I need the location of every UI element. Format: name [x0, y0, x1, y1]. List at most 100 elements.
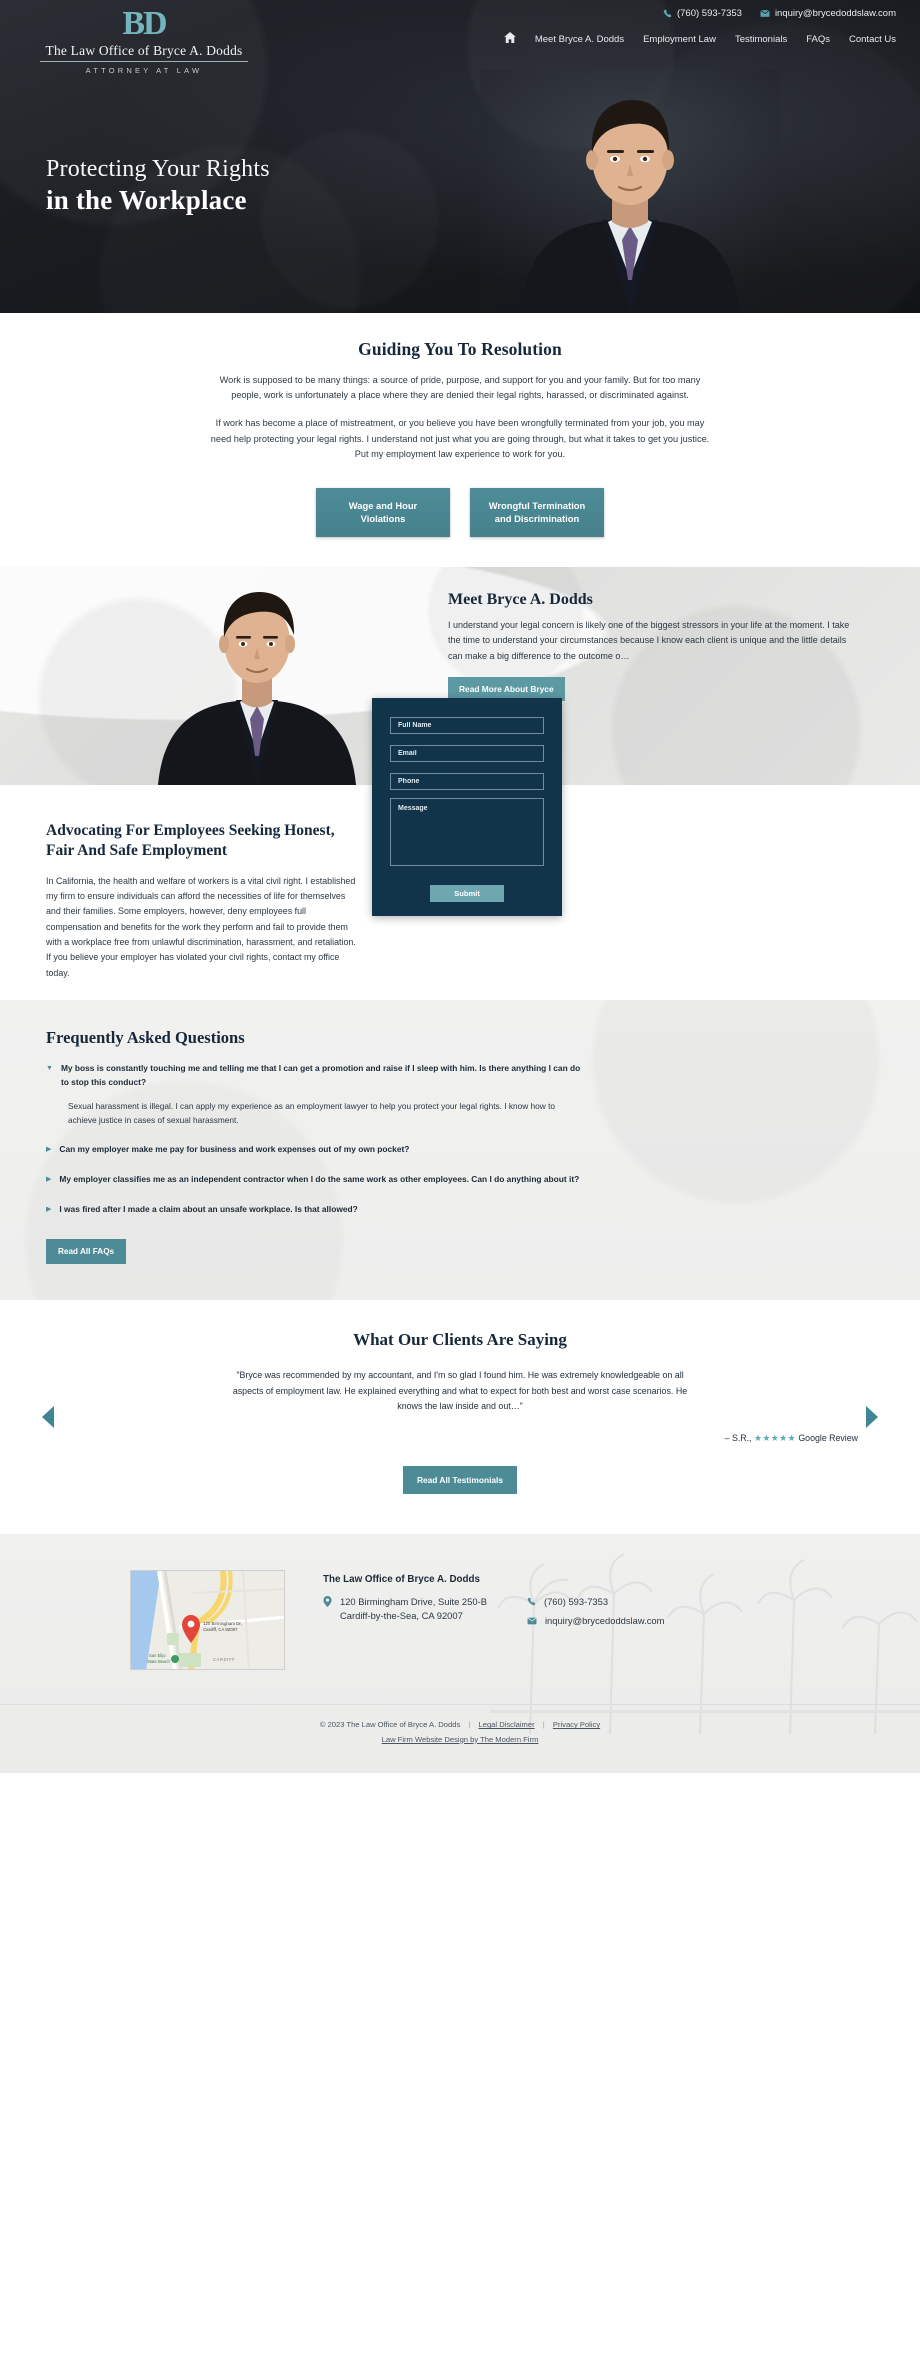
- nav-item-faqs[interactable]: FAQs: [806, 34, 830, 45]
- footer-contact-rows: 120 Birmingham Drive, Suite 250-B Cardif…: [323, 1595, 664, 1633]
- website-design-credit-link[interactable]: Law Firm Website Design by The Modern Fi…: [382, 1735, 539, 1744]
- contact-form: Submit: [372, 697, 562, 916]
- chevron-right-icon: ▶: [46, 1205, 52, 1213]
- faq-item: ▶ I was fired after I made a claim about…: [46, 1203, 874, 1217]
- logo-monogram: BD: [122, 5, 167, 42]
- hero-headline-line1: Protecting Your Rights: [46, 156, 270, 183]
- intro-paragraph-1: Work is supposed to be many things: a so…: [219, 375, 701, 401]
- faq-question-toggle[interactable]: ▶ My employer classifies me as an indepe…: [46, 1173, 874, 1187]
- nav-item-meet-bryce[interactable]: Meet Bryce A. Dodds: [535, 34, 624, 45]
- testimonials-title: What Our Clients Are Saying: [353, 1329, 567, 1349]
- phone-input[interactable]: [390, 772, 544, 790]
- message-textarea[interactable]: [390, 797, 544, 866]
- faq-question-text: Can my employer make me pay for business…: [59, 1144, 410, 1155]
- testimonial-next-arrow[interactable]: [866, 1405, 878, 1428]
- top-bar: BD The Law Office of Bryce A. Dodds ATTO…: [0, 0, 920, 75]
- nav-item-employment-law[interactable]: Employment Law: [643, 34, 716, 45]
- footer-firm-name: The Law Office of Bryce A. Dodds: [323, 1574, 480, 1586]
- envelope-icon: [760, 9, 770, 18]
- faq-item: ▶ My employer classifies me as an indepe…: [46, 1173, 874, 1187]
- attorney-hero-photo: [480, 70, 780, 313]
- meet-attorney-body: I understand your legal concern is likel…: [448, 619, 850, 661]
- faq-item: ▶ Can my employer make me pay for busine…: [46, 1143, 874, 1157]
- header-phone-link[interactable]: (760) 593-7353: [663, 8, 742, 19]
- svg-text:120 Birmingham Dr,: 120 Birmingham Dr,: [203, 1621, 242, 1626]
- footer-phone-email-block: (760) 593-7353 inquiry@brycedoddslaw.com: [527, 1595, 664, 1633]
- faq-section: Frequently Asked Questions ▼ My boss is …: [0, 999, 920, 1300]
- faq-item: ▼ My boss is constantly touching me and …: [46, 1062, 874, 1127]
- footer-address-block: 120 Birmingham Drive, Suite 250-B Cardif…: [323, 1595, 487, 1633]
- nav-item-testimonials[interactable]: Testimonials: [735, 34, 787, 45]
- footer-email-line[interactable]: inquiry@brycedoddslaw.com: [527, 1614, 664, 1629]
- faq-answer-text: Sexual harassment is illegal. I can appl…: [68, 1100, 555, 1125]
- chevron-right-icon: ▶: [46, 1175, 52, 1183]
- email-input[interactable]: [390, 744, 544, 762]
- read-all-faqs-button[interactable]: Read All FAQs: [46, 1238, 127, 1264]
- intro-paragraph-2: If work has become a place of mistreatme…: [210, 418, 710, 459]
- faq-question-text: I was fired after I made a claim about a…: [59, 1203, 358, 1214]
- cta-wage-and-hour-violations[interactable]: Wage and Hour Violations: [316, 487, 450, 537]
- testimonial-prev-arrow[interactable]: [42, 1405, 54, 1428]
- read-all-testimonials-button[interactable]: Read All Testimonials: [402, 1466, 518, 1495]
- copyright-bar: © 2023 The Law Office of Bryce A. Dodds …: [0, 1704, 920, 1773]
- intro-cta-row: Wage and Hour Violations Wrongful Termin…: [0, 487, 920, 537]
- testimonial-quote: "Bryce was recommended by my accountant,…: [232, 1369, 688, 1412]
- star-rating-icon: ★★★★★: [753, 1433, 796, 1444]
- faq-question-text: My employer classifies me as an independ…: [59, 1173, 580, 1184]
- header-email-link[interactable]: inquiry@brycedoddslaw.com: [760, 8, 896, 19]
- chevron-down-icon: ▼: [46, 1064, 53, 1072]
- hero-headline-line2: in the Workplace: [46, 185, 247, 216]
- header-phone-text: (760) 593-7353: [676, 8, 742, 19]
- divider: |: [468, 1720, 471, 1730]
- site-footer: 120 Birmingham Dr, Cardiff, CA 92007 San…: [0, 1534, 920, 1774]
- svg-text:State Beach: State Beach: [147, 1659, 170, 1664]
- intro-section: Guiding You To Resolution Work is suppos…: [0, 313, 920, 567]
- submit-button[interactable]: Submit: [430, 884, 504, 902]
- phone-icon: [663, 9, 672, 18]
- testimonial-author: – S.R.,: [724, 1433, 752, 1444]
- copyright-text: © 2023 The Law Office of Bryce A. Dodds: [319, 1720, 461, 1730]
- office-location-map[interactable]: 120 Birmingham Dr, Cardiff, CA 92007 San…: [130, 1570, 285, 1671]
- footer-phone-line[interactable]: (760) 593-7353: [527, 1595, 664, 1610]
- nav-item-contact-us[interactable]: Contact Us: [849, 34, 896, 45]
- testimonials-section: What Our Clients Are Saying "Bryce was r…: [0, 1299, 920, 1535]
- svg-text:CARDIFF: CARDIFF: [213, 1657, 235, 1662]
- faq-title: Frequently Asked Questions: [46, 1027, 245, 1047]
- logo-tagline: ATTORNEY AT LAW: [85, 65, 203, 75]
- cta-wrongful-line2: and Discrimination: [494, 513, 580, 525]
- attorney-portrait-photo: [158, 591, 356, 785]
- envelope-icon: [527, 1615, 537, 1629]
- meet-attorney-copy: Meet Bryce A. Dodds I understand your le…: [448, 591, 858, 702]
- logo-firm-name: The Law Office of Bryce A. Dodds: [40, 43, 248, 62]
- cta-wage-line1: Wage and Hour: [348, 499, 418, 511]
- testimonial-source: Google Review: [798, 1433, 858, 1444]
- advocating-body: In California, the health and welfare of…: [46, 875, 356, 978]
- advocating-title: Advocating For Employees Seeking Honest,…: [46, 821, 335, 860]
- legal-disclaimer-link[interactable]: Legal Disclaimer: [479, 1720, 535, 1729]
- hero-headline: Protecting Your Rights in the Workplace: [46, 154, 270, 218]
- full-name-input[interactable]: [390, 716, 544, 734]
- footer-email-text[interactable]: inquiry@brycedoddslaw.com: [545, 1614, 664, 1628]
- footer-address-line2: Cardiff-by-the-Sea, CA 92007: [340, 1610, 463, 1622]
- nav-item-home[interactable]: [503, 32, 516, 46]
- divider: |: [542, 1720, 545, 1730]
- footer-contact-block: The Law Office of Bryce A. Dodds 120 Bir…: [323, 1570, 664, 1670]
- credit-row: Law Firm Website Design by The Modern Fi…: [0, 1733, 920, 1747]
- cta-wrongful-termination-discrimination[interactable]: Wrongful Termination and Discrimination: [470, 487, 604, 537]
- advocating-copy: Advocating For Employees Seeking Honest,…: [46, 821, 356, 981]
- footer-content: 120 Birmingham Dr, Cardiff, CA 92007 San…: [0, 1570, 920, 1671]
- faq-question-toggle[interactable]: ▶ I was fired after I made a claim about…: [46, 1203, 874, 1217]
- hero-section: BD The Law Office of Bryce A. Dodds ATTO…: [0, 0, 920, 313]
- faq-question-toggle[interactable]: ▼ My boss is constantly touching me and …: [46, 1062, 874, 1090]
- intro-title: Guiding You To Resolution: [358, 339, 562, 359]
- privacy-policy-link[interactable]: Privacy Policy: [553, 1720, 600, 1729]
- footer-phone-text[interactable]: (760) 593-7353: [544, 1595, 608, 1609]
- footer-address-line[interactable]: 120 Birmingham Drive, Suite 250-B Cardif…: [323, 1595, 487, 1623]
- cta-wage-line2: Violations: [360, 513, 406, 525]
- phone-icon: [527, 1596, 536, 1610]
- site-logo[interactable]: BD The Law Office of Bryce A. Dodds ATTO…: [40, 6, 248, 75]
- map-pin-icon: [323, 1596, 332, 1611]
- footer-address-line1: 120 Birmingham Drive, Suite 250-B: [340, 1596, 487, 1608]
- faq-question-toggle[interactable]: ▶ Can my employer make me pay for busine…: [46, 1143, 874, 1157]
- home-icon: [503, 32, 516, 46]
